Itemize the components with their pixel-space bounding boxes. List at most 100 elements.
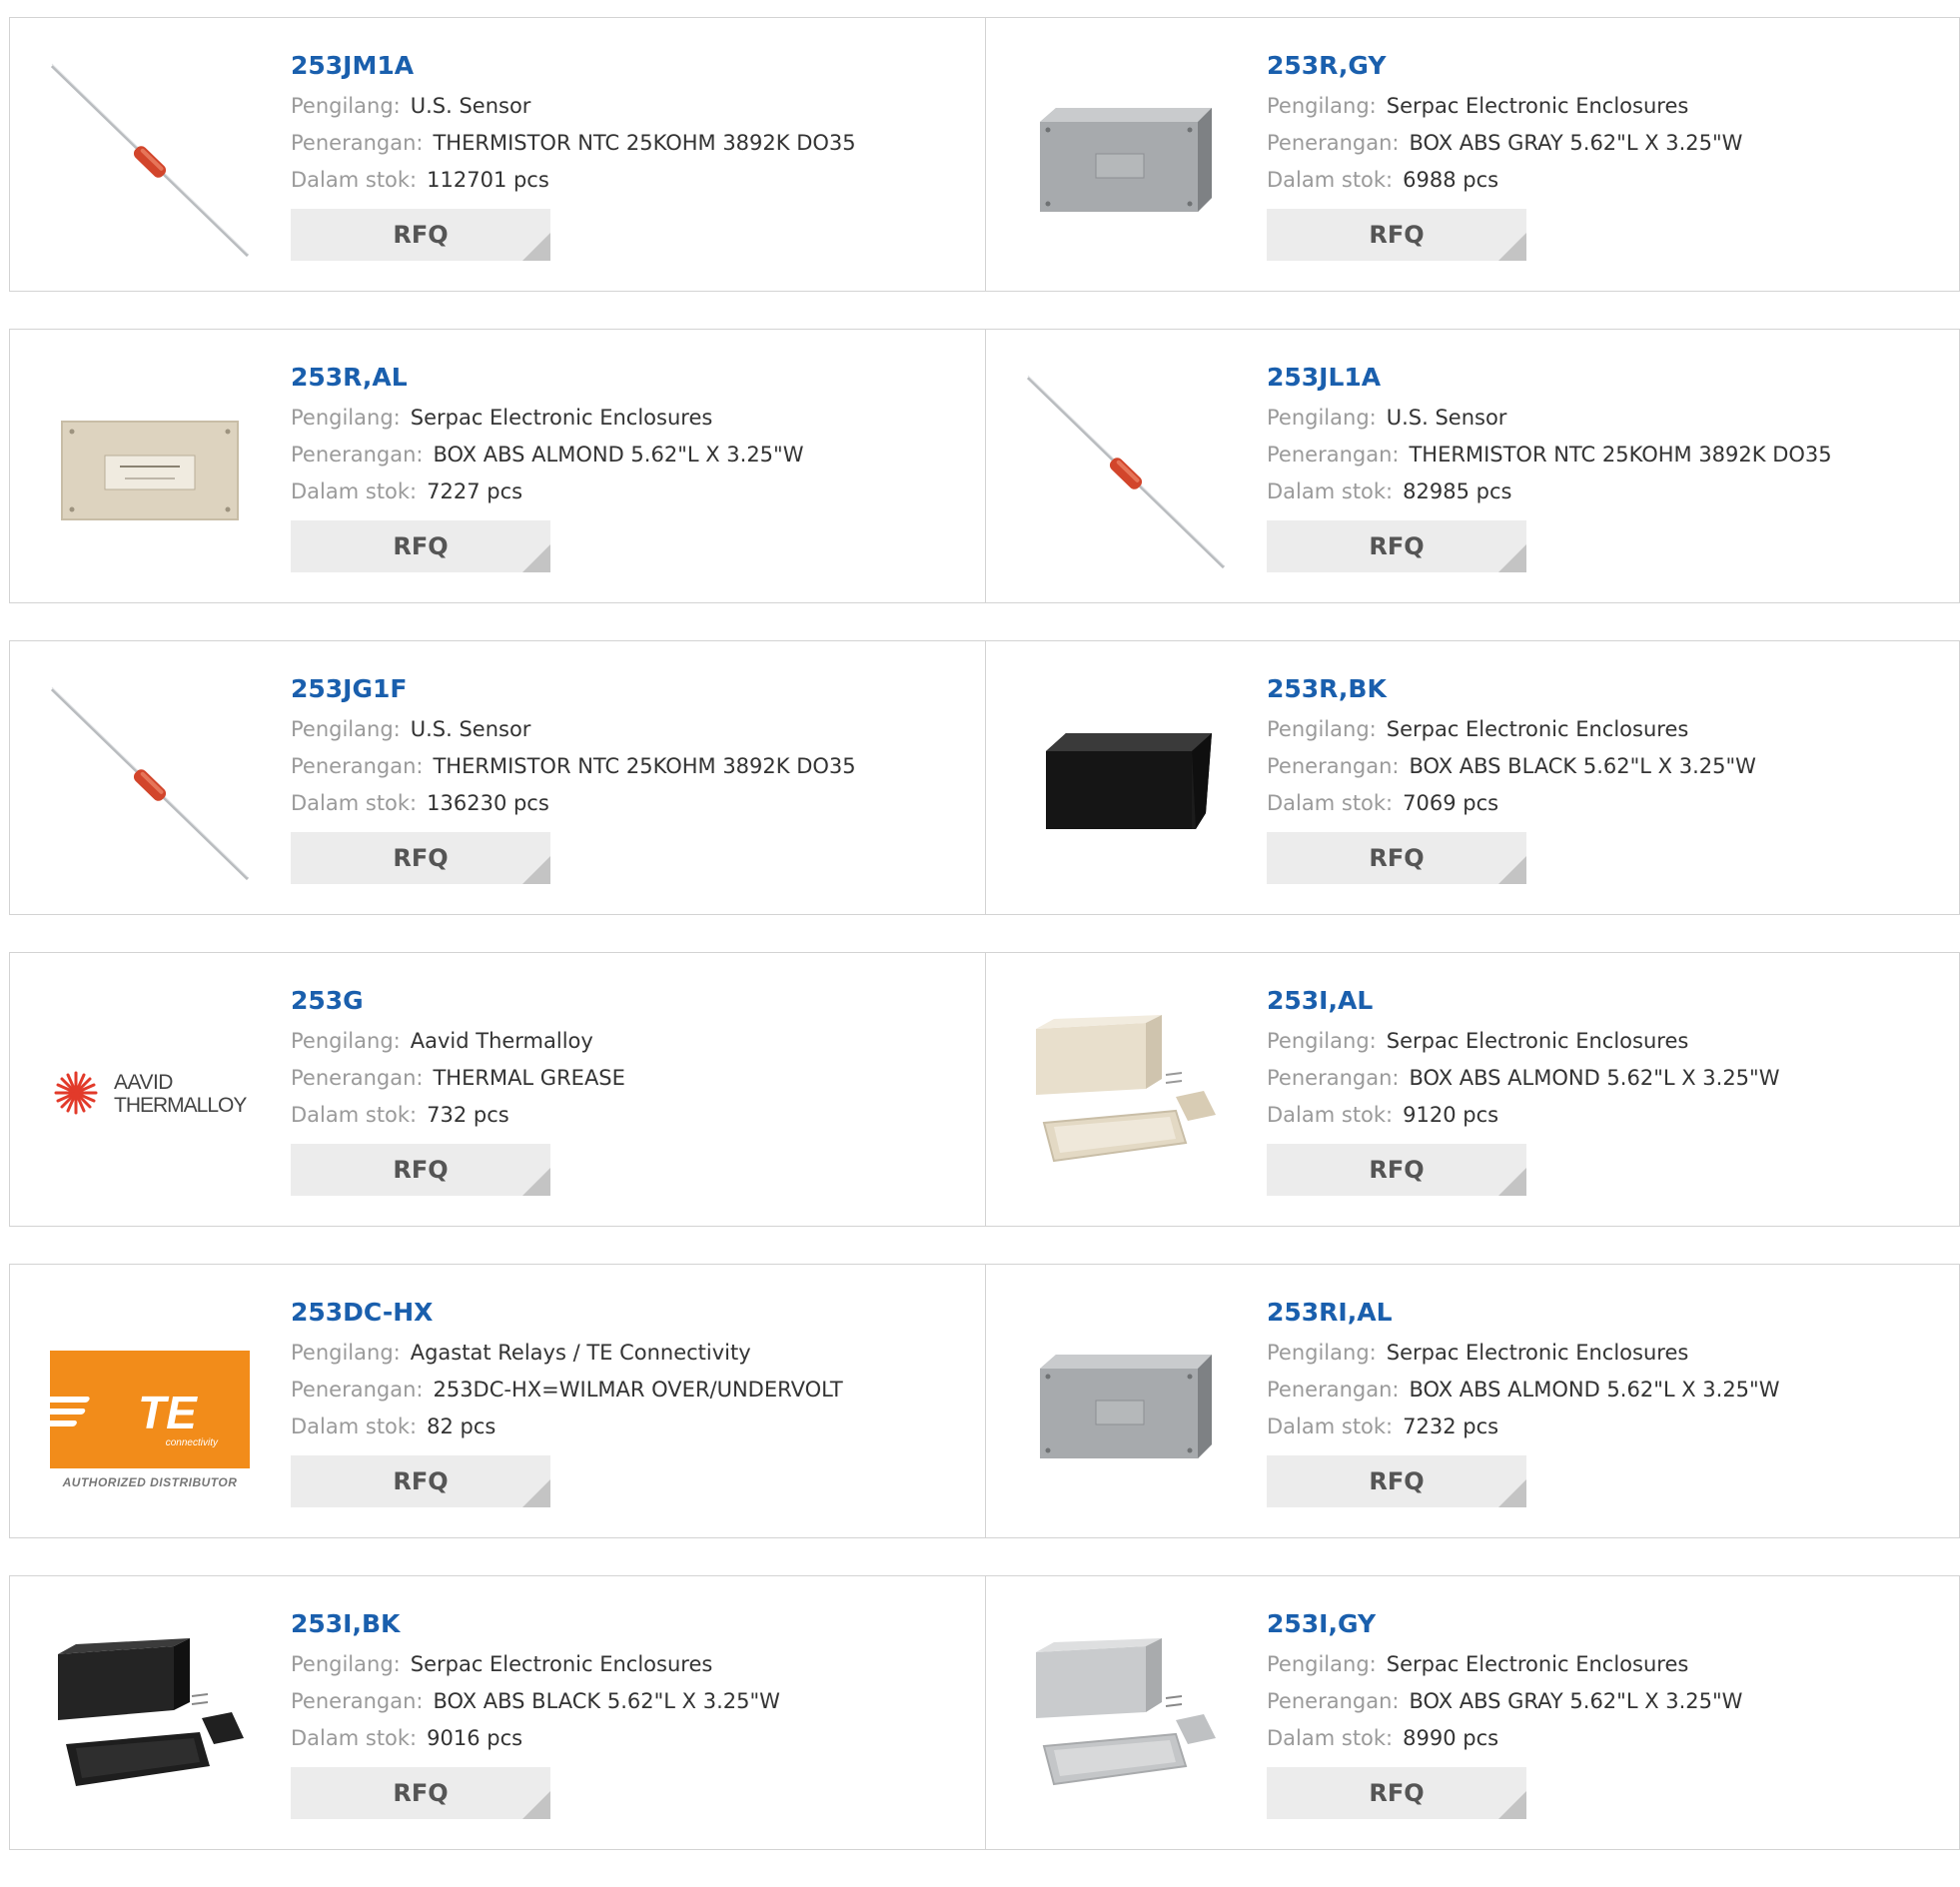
part-number-link[interactable]: 253I,BK	[291, 1606, 975, 1642]
description-line: Penerangan: THERMAL GREASE	[291, 1060, 975, 1097]
description-line: Penerangan: THERMISTOR NTC 25KOHM 3892K D…	[1267, 437, 1949, 473]
product-info: 253G Pengilang: Aavid Thermalloy Penerangan…	[291, 983, 975, 1196]
open-black-box-image[interactable]	[50, 1616, 250, 1816]
open-almond-box-image[interactable]	[1026, 993, 1226, 1193]
almond-box-image[interactable]	[50, 370, 250, 569]
description-line: Penerangan: BOX ABS ALMOND 5.62"L X 3.25"…	[1267, 1372, 1949, 1409]
part-number-link[interactable]: 253JL1A	[1267, 360, 1949, 396]
product-info: 253JG1F Pengilang: U.S. Sensor Penerangan: T…	[291, 671, 975, 884]
part-number-link[interactable]: 253R,AL	[291, 360, 975, 396]
description-value: THERMISTOR NTC 25KOHM 3892K DO35	[1409, 443, 1832, 467]
manufacturer-line: Pengilang: Aavid Thermalloy	[291, 1023, 975, 1060]
aavid-logo-line1: AAVID	[114, 1071, 173, 1094]
thermistor-image[interactable]	[50, 58, 250, 258]
stock-label: Dalam stok:	[291, 168, 418, 192]
description-label: Penerangan:	[291, 1066, 424, 1090]
product-card: 253R,AL Pengilang: Serpac Electronic Enclo…	[9, 329, 986, 603]
manufacturer-label: Pengilang:	[291, 1029, 401, 1053]
manufacturer-line: Pengilang: U.S. Sensor	[291, 88, 975, 125]
manufacturer-value: Serpac Electronic Enclosures	[410, 406, 713, 430]
open-gray-box-image[interactable]	[1026, 1616, 1226, 1816]
rfq-label: RFQ	[1369, 221, 1425, 249]
description-value: BOX ABS BLACK 5.62"L X 3.25"W	[1409, 754, 1756, 778]
stock-value: 7227 pcs	[427, 479, 523, 503]
description-label: Penerangan:	[1267, 754, 1400, 778]
description-label: Penerangan:	[1267, 1689, 1400, 1713]
part-number-link[interactable]: 253I,AL	[1267, 983, 1949, 1019]
rfq-button[interactable]: RFQ	[1267, 209, 1526, 261]
corner-triangle-icon	[1498, 1791, 1526, 1819]
stock-value: 732 pcs	[427, 1103, 509, 1127]
rfq-button[interactable]: RFQ	[291, 832, 550, 884]
black-box-image[interactable]	[1026, 681, 1226, 881]
te-connectivity-logo[interactable]: TE connectivity AUTHORIZED DISTRIBUTOR	[50, 1305, 250, 1504]
manufacturer-line: Pengilang: Serpac Electronic Enclosures	[1267, 1023, 1949, 1060]
rfq-button[interactable]: RFQ	[291, 209, 550, 261]
part-number-link[interactable]: 253R,GY	[1267, 48, 1949, 84]
product-card: 253I,BK Pengilang: Serpac Electronic Enclo…	[9, 1575, 986, 1850]
rfq-button[interactable]: RFQ	[291, 1767, 550, 1819]
part-number-link[interactable]: 253RI,AL	[1267, 1295, 1949, 1331]
rfq-button[interactable]: RFQ	[1267, 1455, 1526, 1507]
stock-line: Dalam stok: 9120 pcs	[1267, 1097, 1949, 1134]
manufacturer-label: Pengilang:	[291, 406, 401, 430]
rfq-button[interactable]: RFQ	[1267, 1144, 1526, 1196]
description-value: 253DC-HX=WILMAR OVER/UNDERVOLT	[433, 1378, 843, 1402]
stock-line: Dalam stok: 7232 pcs	[1267, 1409, 1949, 1445]
product-row: AAVID THERMALLOY 253G Pengilang: Aavid The…	[9, 952, 1960, 1227]
rfq-button[interactable]: RFQ	[1267, 1767, 1526, 1819]
part-number-link[interactable]: 253R,BK	[1267, 671, 1949, 707]
stock-label: Dalam stok:	[291, 1726, 418, 1750]
stock-line: Dalam stok: 7069 pcs	[1267, 785, 1949, 822]
stock-label: Dalam stok:	[291, 791, 418, 815]
product-card: 253JG1F Pengilang: U.S. Sensor Penerangan: T…	[9, 640, 986, 915]
stock-value: 8990 pcs	[1403, 1726, 1499, 1750]
stock-line: Dalam stok: 9016 pcs	[291, 1720, 975, 1757]
gray-box-image[interactable]	[1026, 58, 1226, 258]
product-info: 253DC-HX Pengilang: Agastat Relays / TE Co…	[291, 1295, 975, 1507]
manufacturer-value: Aavid Thermalloy	[410, 1029, 593, 1053]
thermistor-image[interactable]	[1026, 370, 1226, 569]
rfq-button[interactable]: RFQ	[1267, 520, 1526, 572]
product-info: 253R,BK Pengilang: Serpac Electronic Enclo…	[1267, 671, 1949, 884]
product-card: AAVID THERMALLOY 253G Pengilang: Aavid The…	[9, 952, 986, 1227]
description-value: BOX ABS GRAY 5.62"L X 3.25"W	[1409, 131, 1743, 155]
rfq-button[interactable]: RFQ	[291, 520, 550, 572]
stock-label: Dalam stok:	[1267, 168, 1394, 192]
stock-value: 82 pcs	[427, 1415, 496, 1438]
description-value: BOX ABS ALMOND 5.62"L X 3.25"W	[433, 443, 804, 467]
part-number-link[interactable]: 253DC-HX	[291, 1295, 975, 1331]
rfq-button[interactable]: RFQ	[1267, 832, 1526, 884]
product-info: 253R,AL Pengilang: Serpac Electronic Enclo…	[291, 360, 975, 572]
corner-triangle-icon	[1498, 856, 1526, 884]
description-label: Penerangan:	[291, 1378, 424, 1402]
stock-line: Dalam stok: 136230 pcs	[291, 785, 975, 822]
product-card: 253JL1A Pengilang: U.S. Sensor Penerangan: T…	[986, 329, 1960, 603]
product-info: 253JM1A Pengilang: U.S. Sensor Penerangan: T…	[291, 48, 975, 261]
part-number-link[interactable]: 253JG1F	[291, 671, 975, 707]
rfq-label: RFQ	[1369, 1156, 1425, 1184]
product-card: 253I,GY Pengilang: Serpac Electronic Enclo…	[986, 1575, 1960, 1850]
part-number-link[interactable]: 253G	[291, 983, 975, 1019]
description-line: Penerangan: THERMISTOR NTC 25KOHM 3892K D…	[291, 125, 975, 162]
stock-value: 6988 pcs	[1403, 168, 1499, 192]
aavid-thermalloy-logo[interactable]: AAVID THERMALLOY	[50, 993, 250, 1193]
thermistor-image[interactable]	[50, 681, 250, 881]
description-value: BOX ABS BLACK 5.62"L X 3.25"W	[433, 1689, 780, 1713]
description-line: Penerangan: BOX ABS ALMOND 5.62"L X 3.25"…	[291, 437, 975, 473]
rfq-label: RFQ	[393, 1467, 449, 1495]
corner-triangle-icon	[522, 1791, 550, 1819]
rfq-button[interactable]: RFQ	[291, 1144, 550, 1196]
manufacturer-value: U.S. Sensor	[410, 717, 531, 741]
gray-box-image[interactable]	[1026, 1305, 1226, 1504]
rfq-button[interactable]: RFQ	[291, 1455, 550, 1507]
description-line: Penerangan: BOX ABS GRAY 5.62"L X 3.25"W	[1267, 1683, 1949, 1720]
part-number-link[interactable]: 253JM1A	[291, 48, 975, 84]
product-row: TE connectivity AUTHORIZED DISTRIBUTOR 2…	[9, 1264, 1960, 1538]
manufacturer-label: Pengilang:	[291, 94, 401, 118]
description-label: Penerangan:	[291, 131, 424, 155]
aavid-logo-line2: THERMALLOY	[114, 1094, 247, 1117]
part-number-link[interactable]: 253I,GY	[1267, 1606, 1949, 1642]
stock-label: Dalam stok:	[291, 1103, 418, 1127]
te-logo-sub: connectivity	[166, 1437, 219, 1448]
